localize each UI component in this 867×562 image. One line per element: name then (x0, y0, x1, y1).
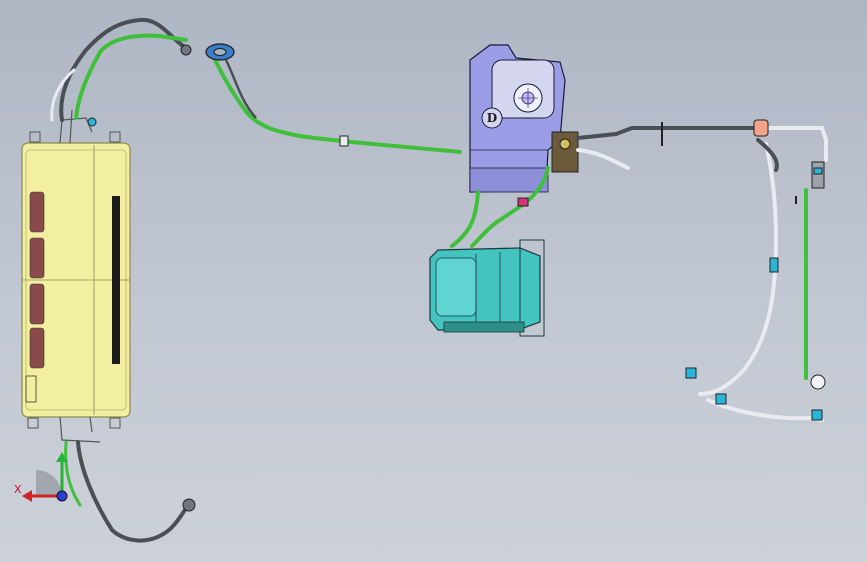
compressor-front-cap (435, 257, 477, 317)
hose-marker-magenta (517, 197, 529, 207)
hose-dark-lower[interactable] (76, 440, 190, 543)
compressor-assembly[interactable] (429, 239, 545, 337)
condenser-bracket-bottom-right (109, 417, 121, 429)
hvac-housing-assembly[interactable]: D (469, 44, 566, 193)
blower-fan-icon[interactable] (513, 83, 543, 113)
pressure-line-white[interactable] (576, 148, 630, 170)
upper-left-hose-group[interactable] (50, 17, 192, 127)
service-port-bottom[interactable] (715, 393, 727, 405)
expansion-valve-block[interactable] (551, 131, 579, 173)
line-connector-salmon[interactable] (753, 119, 769, 137)
condenser-side-rail (112, 196, 120, 364)
compressor-base (443, 321, 525, 333)
condenser-assembly[interactable] (21, 109, 131, 443)
assembly-scene[interactable]: D X (0, 0, 867, 562)
condenser-sensor-fitting[interactable] (87, 117, 97, 127)
liquid-line-green[interactable] (208, 48, 462, 154)
pressure-line-dark[interactable] (576, 126, 634, 140)
right-lines-group[interactable] (630, 119, 828, 422)
triad-x-label: X (14, 483, 22, 496)
expansion-valve-port[interactable] (559, 138, 571, 150)
service-port-right[interactable] (811, 409, 823, 421)
evaporator-badge-label: D (487, 111, 497, 125)
suction-hose-left[interactable] (450, 190, 480, 248)
hose-end-fitting-top[interactable] (180, 44, 192, 56)
triad-z-axis (56, 490, 68, 502)
hvac-lower-duct (469, 167, 549, 193)
triad-x-arrow (22, 490, 32, 502)
return-line-white[interactable] (698, 142, 779, 396)
receiver-drier-sight-glass (813, 167, 823, 175)
service-port-left[interactable] (685, 367, 697, 379)
cad-viewport[interactable]: D X (0, 0, 867, 562)
hose-end-fitting-bottom[interactable] (182, 498, 196, 512)
triad-plane-shading (36, 470, 62, 496)
condenser-bracket-bottom-left (27, 417, 39, 429)
receiver-drier[interactable] (811, 161, 825, 189)
hose-green-upper[interactable] (74, 33, 188, 120)
axis-triad-icon[interactable]: X (14, 452, 68, 502)
condenser-bracket-top-right (109, 131, 121, 143)
valve-fitting[interactable] (810, 374, 826, 390)
lower-left-hose-group[interactable] (64, 440, 196, 543)
liquid-line-clip[interactable] (339, 135, 349, 147)
condenser-bracket-top-left (29, 131, 41, 143)
hose-clamp-hole (213, 48, 227, 56)
return-line-sensor[interactable] (769, 257, 779, 273)
condenser-bottom-manifold (59, 416, 101, 443)
